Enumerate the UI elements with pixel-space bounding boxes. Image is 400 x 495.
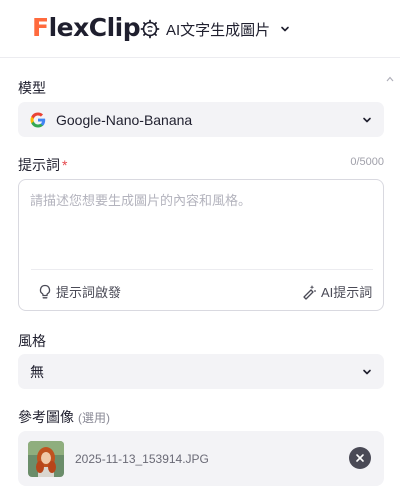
style-value: 無 [30, 363, 44, 380]
reference-label-text: 參考圖像 [18, 409, 74, 425]
ai-prompt-button[interactable]: AI提示詞 [301, 282, 372, 301]
reference-label: 參考圖像 (選用) [18, 407, 110, 427]
chevron-down-icon [363, 369, 371, 374]
style-label: 風格 [18, 333, 46, 349]
collapse-caret-icon[interactable] [386, 76, 394, 82]
logo-f-mark: F [32, 12, 49, 42]
logo-text-flex: lex [48, 12, 90, 42]
magic-wand-icon [303, 284, 316, 300]
logo-text-clip: Clip [88, 12, 141, 42]
lightbulb-icon [39, 284, 51, 298]
ai-gear-icon [140, 19, 160, 39]
flexclip-logo[interactable]: Flex Clip [32, 12, 141, 42]
prompt-box: 提示詞啟發 AI提示詞 [18, 179, 384, 311]
ai-prompt-label: AI提示詞 [321, 285, 373, 300]
char-counter: 0/5000 [350, 156, 384, 168]
chevron-down-icon [363, 117, 371, 122]
model-select[interactable]: Google-Nano-Banana [18, 102, 384, 137]
chevron-down-icon [281, 26, 289, 32]
tool-selector[interactable]: AI文字生成圖片 [140, 16, 290, 42]
prompt-divider [31, 269, 373, 270]
style-select[interactable]: 無 [18, 354, 384, 389]
remove-reference-button[interactable] [349, 447, 371, 469]
reference-file-name: 2025-11-13_153914.JPG [75, 452, 209, 466]
model-label: 模型 [18, 80, 46, 96]
prompt-label: 提示詞 * [18, 155, 67, 175]
optional-hint: (選用) [78, 411, 110, 425]
close-icon [356, 454, 364, 462]
prompt-inspire-label: 提示詞啟發 [56, 285, 122, 300]
reference-thumbnail[interactable] [28, 441, 64, 477]
thumbnail-image [28, 441, 64, 477]
app-header: Flex Clip AI文字生成圖片 [0, 0, 400, 58]
model-value: Google-Nano-Banana [56, 111, 193, 128]
prompt-inspire-button[interactable]: 提示詞啟發 [38, 282, 121, 301]
reference-image-card: 2025-11-13_153914.JPG [18, 431, 384, 486]
prompt-input[interactable] [30, 190, 370, 268]
required-mark: * [62, 157, 68, 173]
tool-label: AI文字生成圖片 [166, 21, 271, 39]
prompt-label-text: 提示詞 [18, 157, 60, 173]
google-icon [30, 111, 46, 127]
